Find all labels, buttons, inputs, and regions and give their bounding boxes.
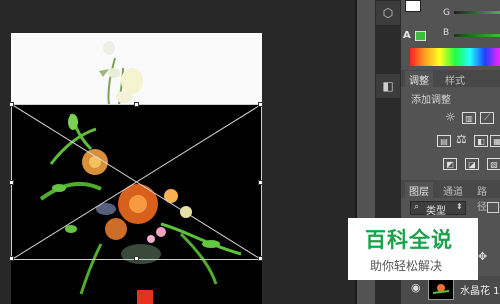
move-icon[interactable]: ✥ [478,250,487,263]
invert-icon[interactable]: ◩ [443,158,457,170]
color-spectrum-ramp[interactable] [410,48,500,66]
g-channel-label: G [443,8,450,18]
layer-thumbnail-flower [432,284,450,294]
watermark-badge: 百科全说 助你轻松解决 [348,218,478,280]
layer-name: 水晶花 1 [460,286,500,297]
brightness-icon[interactable]: ☼ [445,110,456,124]
cube-3d-icon[interactable]: ⬡ [375,0,401,26]
vibrance-icon[interactable]: ▤ [437,135,451,147]
transform-handle-top-right[interactable] [258,102,263,107]
eye-visibility-icon[interactable]: ◉ [411,281,421,294]
transform-handle-left[interactable] [9,180,14,185]
transform-handle-top[interactable] [134,102,139,107]
transform-diagonals [11,104,262,260]
document-upper-white-region [11,33,262,106]
transform-handle-top-left[interactable] [9,102,14,107]
tab-adjustments[interactable]: 调整 [405,71,433,88]
color-balance-icon[interactable]: ⚖ [456,132,467,146]
layer-filter-select[interactable]: ⌕ 类型 ⬍ [410,201,466,217]
gamut-color-swatch[interactable] [415,31,426,41]
adjustments-tab-bar: 调整 样式 [401,70,500,88]
layer-filter-value: 类型 [426,206,446,217]
chevron-down-icon: ⬍ [456,202,463,211]
color-panel: G A B [401,0,500,68]
g-slider[interactable] [454,11,500,14]
selective-color-icon[interactable]: ▧ [487,158,500,170]
b-channel-label: B [443,28,450,38]
transform-handle-bottom[interactable] [134,256,139,261]
black-white-icon[interactable]: ◧ [474,135,488,147]
layer-thumbnail [428,278,454,300]
document-canvas-area[interactable] [0,0,355,304]
tab-styles[interactable]: 样式 [441,71,469,88]
layers-tab-bar: 图层 通道 路径 [401,180,500,213]
add-adjustment-heading: 添加调整 [411,95,451,106]
layer-row[interactable]: ◉ 水晶花 1 [401,276,500,304]
b-slider[interactable] [454,34,500,37]
curves-icon[interactable]: ⟋ [480,112,494,124]
transform-handle-bottom-right[interactable] [258,256,263,261]
search-icon: ⌕ [414,202,420,212]
watermark-subtitle: 助你轻松解决 [370,259,443,273]
tab-channels[interactable]: 通道 [439,182,467,199]
levels-icon[interactable]: ▥ [462,112,476,124]
transform-handle-bottom-left[interactable] [9,256,14,261]
foreground-swatch[interactable] [405,0,421,12]
white-flower-image [99,41,143,106]
adjust-panel-icon[interactable]: ◧ [375,73,401,99]
watermark-title: 百科全说 [365,228,453,252]
threshold-icon[interactable]: ◪ [465,158,479,170]
transform-handle-right[interactable] [258,180,263,185]
free-transform-bounding-box[interactable] [9,102,263,261]
tab-layers[interactable]: 图层 [405,182,433,199]
photo-filter-icon[interactable]: ▦ [490,135,500,147]
layer-filter-image-icon[interactable] [487,202,499,213]
alert-a-label: A [403,30,411,41]
